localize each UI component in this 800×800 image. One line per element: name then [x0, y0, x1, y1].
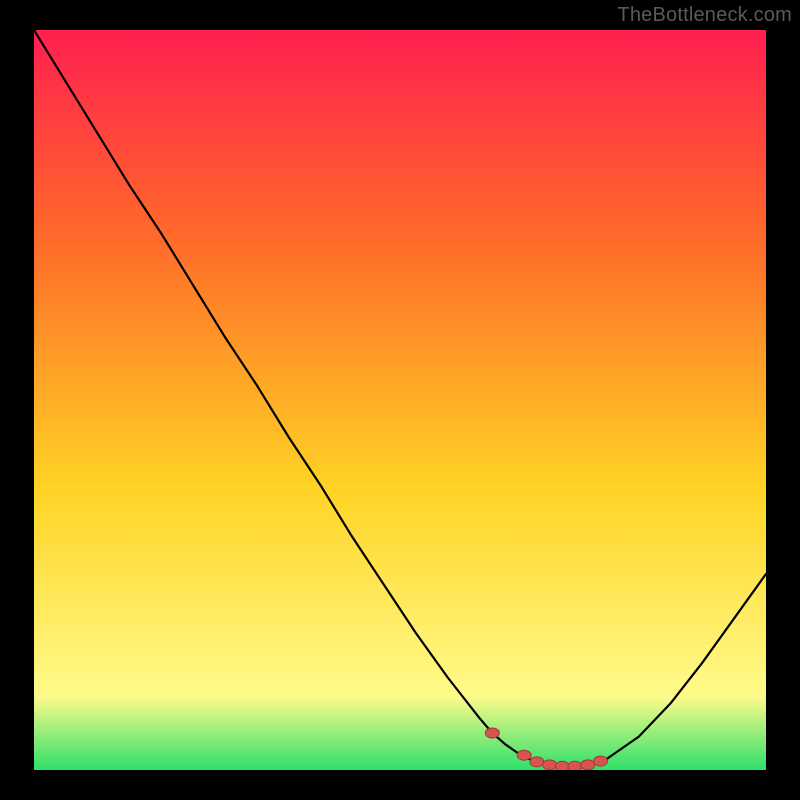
curve-marker	[568, 761, 582, 770]
gradient-background	[34, 30, 766, 770]
chart-frame: TheBottleneck.com	[0, 0, 800, 800]
curve-marker	[485, 728, 499, 738]
curve-marker	[543, 760, 557, 770]
curve-marker	[581, 760, 595, 770]
curve-marker	[517, 750, 531, 760]
curve-marker	[555, 761, 569, 770]
watermark-text: TheBottleneck.com	[617, 4, 792, 27]
curve-marker	[530, 757, 544, 767]
chart-svg	[34, 30, 766, 770]
plot-area	[34, 30, 766, 770]
curve-marker	[594, 756, 608, 766]
